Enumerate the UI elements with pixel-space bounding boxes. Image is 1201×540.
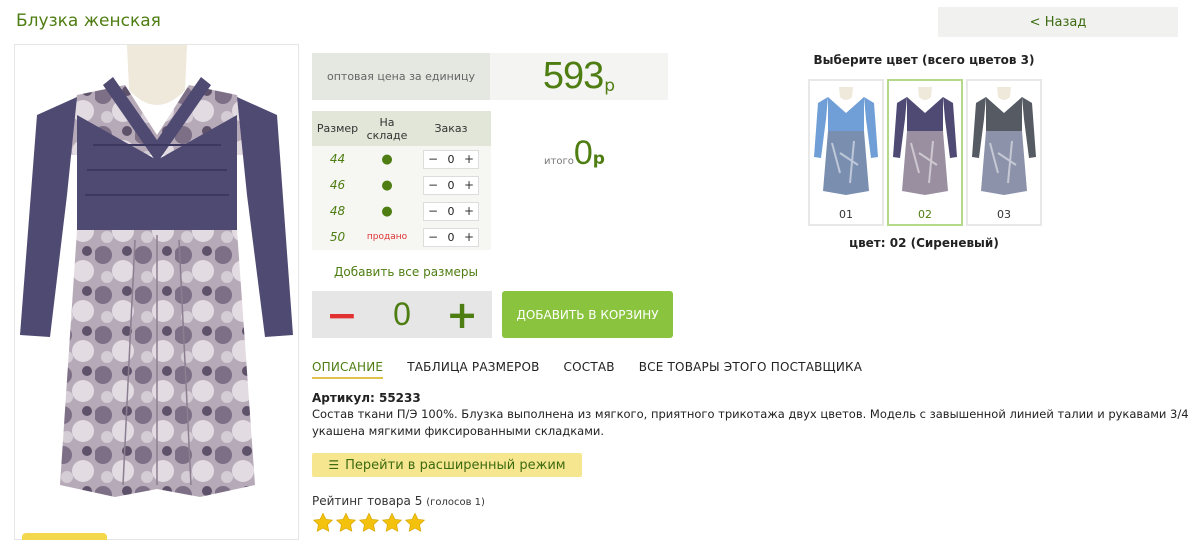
size-value: 44 (312, 146, 363, 172)
in-stock-dot: ● (363, 198, 411, 224)
description-text: Состав ткани П/Э 100%. Блузка выполнена … (312, 407, 1189, 438)
extended-mode-button[interactable]: ☰ Перейти в расширенный режим (312, 453, 582, 477)
color-picker-title: Выберите цвет (всего цветов 3) (813, 53, 1035, 67)
photo-badge (22, 533, 107, 540)
rating-votes: (голосов 1) (426, 497, 485, 508)
tab-description[interactable]: ОПИСАНИЕ (312, 360, 384, 379)
price-value: 593 р (490, 53, 668, 100)
swatch-thumbnail (814, 87, 878, 195)
in-stock-dot: ● (363, 172, 411, 198)
size-header: Размер (312, 111, 363, 146)
size-value: 50 (312, 224, 363, 250)
size-value: 46 (312, 172, 363, 198)
extended-mode-label: Перейти в расширенный режим (345, 457, 566, 473)
tab-composition[interactable]: СОСТАВ (564, 360, 615, 379)
size-table: Размер На складе Заказ 44 ● −0 + 46 ● −0 +… (312, 111, 491, 250)
sold-out-label: продано (363, 224, 411, 250)
star-icon[interactable] (312, 512, 334, 534)
swatch-number: 01 (839, 208, 853, 221)
order-header: Заказ (411, 111, 491, 146)
size-qty-stepper: −0 + (423, 175, 479, 195)
swatch-number: 02 (918, 208, 932, 221)
qty-value[interactable]: 0 (448, 231, 455, 244)
in-stock-dot: ● (363, 146, 411, 172)
size-qty-stepper: −0 + (423, 201, 479, 221)
price-label: оптовая цена за единицу (312, 53, 490, 100)
color-swatch-01[interactable]: 01 (808, 79, 884, 226)
star-icon[interactable] (381, 512, 403, 534)
qty-minus-button[interactable]: − (428, 204, 438, 218)
order-total: итого 0 р (544, 134, 605, 173)
qty-minus-button[interactable]: − (428, 230, 438, 244)
product-photo[interactable] (14, 44, 299, 540)
total-label: итого (544, 156, 574, 167)
add-to-cart-button[interactable]: ДОБАВИТЬ В КОРЗИНУ (502, 291, 673, 338)
star-icon[interactable] (335, 512, 357, 534)
qty-plus-button[interactable]: + (464, 230, 474, 244)
size-qty-stepper: −0 + (423, 227, 479, 247)
qty-minus-button[interactable]: − (428, 178, 438, 192)
price-currency: р (604, 75, 616, 96)
size-row: 44 ● −0 + (312, 146, 491, 172)
swatch-thumbnail (893, 87, 957, 195)
qty-minus-button[interactable]: − (428, 152, 438, 166)
info-tabs: ОПИСАНИЕ ТАБЛИЦА РАЗМЕРОВ СОСТАВ ВСЕ ТОВ… (312, 360, 886, 379)
qty-value[interactable]: 0 (448, 205, 455, 218)
quantity-plus-button[interactable]: + (446, 296, 478, 334)
qty-plus-button[interactable]: + (464, 178, 474, 192)
quantity-stepper: − 0 + (312, 291, 492, 338)
qty-plus-button[interactable]: + (464, 204, 474, 218)
size-value: 48 (312, 198, 363, 224)
size-qty-stepper: −0 + (423, 149, 479, 169)
add-all-sizes-link[interactable]: Добавить все размеры (334, 265, 478, 279)
size-row: 50 продано −0 + (312, 224, 491, 250)
rating-stars[interactable] (312, 512, 427, 534)
selected-color-label: цвет: 02 (Сиреневый) (849, 236, 999, 250)
rating-text: Рейтинг товара 5 (голосов 1) (312, 494, 485, 508)
list-icon: ☰ (328, 458, 340, 472)
blouse-illustration (20, 45, 293, 497)
quantity-value[interactable]: 0 (393, 296, 411, 333)
stock-header: На складе (363, 111, 411, 146)
total-currency: р (592, 149, 605, 169)
qty-value[interactable]: 0 (448, 153, 455, 166)
color-swatch-03[interactable]: 03 (966, 79, 1042, 226)
quantity-minus-button[interactable]: − (326, 296, 358, 334)
rating-label: Рейтинг товара 5 (312, 494, 423, 508)
price-number: 593 (542, 55, 604, 97)
size-row: 46 ● −0 + (312, 172, 491, 198)
color-swatch-02[interactable]: 02 (887, 79, 963, 226)
tab-size-table[interactable]: ТАБЛИЦА РАЗМЕРОВ (407, 360, 539, 379)
qty-value[interactable]: 0 (448, 179, 455, 192)
total-value: 0 (573, 134, 593, 172)
color-swatches: 01 02 03 (808, 79, 1045, 226)
back-button[interactable]: < Назад (938, 7, 1178, 37)
size-row: 48 ● −0 + (312, 198, 491, 224)
article-number: Артикул: 55233 (312, 391, 421, 405)
swatch-number: 03 (997, 208, 1011, 221)
swatch-thumbnail (972, 87, 1036, 195)
star-icon[interactable] (404, 512, 426, 534)
star-icon[interactable] (358, 512, 380, 534)
product-title: Блузка женская (16, 11, 161, 31)
qty-plus-button[interactable]: + (464, 152, 474, 166)
tab-supplier-products[interactable]: ВСЕ ТОВАРЫ ЭТОГО ПОСТАВЩИКА (639, 360, 862, 379)
